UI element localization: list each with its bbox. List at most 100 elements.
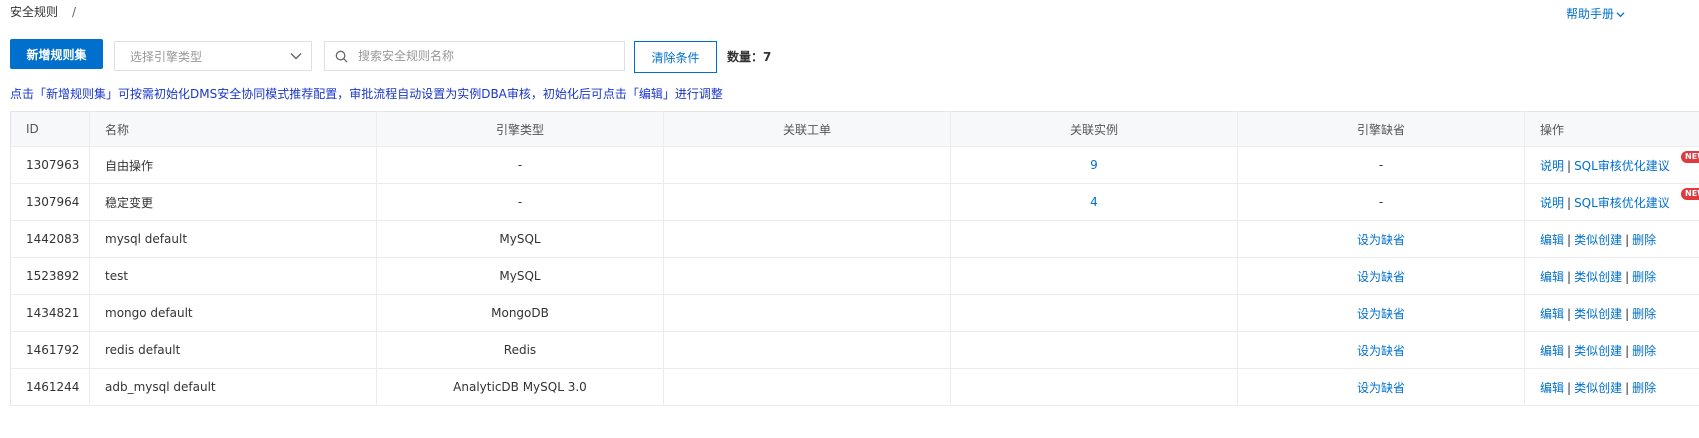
cell-instances xyxy=(950,257,1238,295)
column-header-ticket: 关联工单 xyxy=(663,111,951,147)
table-row: 1307963 自由操作 - 9 - 说明|SQL审核优化建议 NEW xyxy=(10,146,1699,184)
cell-id: 1461244 xyxy=(10,368,90,406)
cell-actions: 编辑 | 类似创建 | 删除 xyxy=(1524,331,1699,369)
column-header-actions: 操作 xyxy=(1524,111,1699,147)
engine-type-placeholder: 选择引擎类型 xyxy=(130,49,203,64)
edit-link[interactable]: 编辑 xyxy=(1540,307,1564,321)
help-manual-label: 帮助手册 xyxy=(1566,7,1615,21)
set-default-link[interactable]: 设为缺省 xyxy=(1357,344,1405,358)
explain-link[interactable]: 说明 xyxy=(1540,196,1564,210)
column-header-id: ID xyxy=(10,111,90,147)
cell-ticket xyxy=(663,257,951,295)
engine-type-select[interactable]: 选择引擎类型 xyxy=(114,41,312,71)
delete-link[interactable]: 删除 xyxy=(1632,233,1656,247)
new-ruleset-button[interactable]: 新增规则集 xyxy=(10,39,103,69)
cell-ticket xyxy=(663,183,951,221)
cell-default: - xyxy=(1237,146,1525,184)
cell-instances xyxy=(950,331,1238,369)
table-row: 1434821 mongo default MongoDB 设为缺省 编辑 | 类似… xyxy=(10,294,1699,332)
cell-actions: 编辑 | 类似创建 | 删除 xyxy=(1524,220,1699,258)
delete-link[interactable]: 删除 xyxy=(1632,381,1656,395)
cell-id: 1442083 xyxy=(10,220,90,258)
search-icon xyxy=(335,50,348,63)
table-row: 1461792 redis default Redis 设为缺省 编辑 | 类似创建… xyxy=(10,331,1699,369)
clone-link[interactable]: 类似创建 xyxy=(1574,233,1622,247)
instances-link[interactable]: 4 xyxy=(1090,195,1098,209)
chevron-down-icon xyxy=(1616,12,1625,18)
cell-engine: MongoDB xyxy=(376,294,664,332)
table-header-row: ID 名称 引擎类型 关联工单 关联实例 引擎缺省 操作 xyxy=(10,111,1699,147)
table-row: 1523892 test MySQL 设为缺省 编辑 | 类似创建 | 删除 xyxy=(10,257,1699,295)
cell-engine: AnalyticDB MySQL 3.0 xyxy=(376,368,664,406)
cell-actions: 说明|SQL审核优化建议 NEW xyxy=(1524,183,1699,221)
cell-name: mysql default xyxy=(89,220,377,258)
instances-link[interactable]: 9 xyxy=(1090,158,1098,172)
cell-engine: Redis xyxy=(376,331,664,369)
tip-text: 点击「新增规则集」可按需初始化DMS安全协同模式推荐配置，审批流程自动设置为实例… xyxy=(10,87,723,101)
cell-id: 1434821 xyxy=(10,294,90,332)
cell-name: redis default xyxy=(89,331,377,369)
clone-link[interactable]: 类似创建 xyxy=(1574,270,1622,284)
help-manual-link[interactable]: 帮助手册 xyxy=(1566,5,1625,22)
clear-conditions-button[interactable]: 清除条件 xyxy=(634,41,717,73)
cell-id: 1523892 xyxy=(10,257,90,295)
set-default-link[interactable]: 设为缺省 xyxy=(1357,233,1405,247)
set-default-link[interactable]: 设为缺省 xyxy=(1357,270,1405,284)
table-row: 1461244 adb_mysql default AnalyticDB MyS… xyxy=(10,368,1699,406)
edit-link[interactable]: 编辑 xyxy=(1540,270,1564,284)
cell-ticket xyxy=(663,294,951,332)
clone-link[interactable]: 类似创建 xyxy=(1574,381,1622,395)
table-row: 1442083 mysql default MySQL 设为缺省 编辑 | 类似创建… xyxy=(10,220,1699,258)
new-badge: NEW xyxy=(1681,151,1699,163)
edit-link[interactable]: 编辑 xyxy=(1540,381,1564,395)
set-default-link[interactable]: 设为缺省 xyxy=(1357,307,1405,321)
cell-instances xyxy=(950,294,1238,332)
search-box[interactable] xyxy=(324,41,625,71)
cell-actions: 编辑 | 类似创建 | 删除 xyxy=(1524,368,1699,406)
cell-name: 自由操作 xyxy=(89,146,377,184)
count-label: 数量：7 xyxy=(727,50,772,64)
table-row: 1307964 稳定变更 - 4 - 说明|SQL审核优化建议 NEW xyxy=(10,183,1699,221)
delete-link[interactable]: 删除 xyxy=(1632,270,1656,284)
edit-link[interactable]: 编辑 xyxy=(1540,233,1564,247)
breadcrumb: 安全规则 / xyxy=(10,3,76,20)
explain-link[interactable]: 说明 xyxy=(1540,159,1564,173)
new-badge: NEW xyxy=(1681,188,1699,200)
cell-name: adb_mysql default xyxy=(89,368,377,406)
cell-default: - xyxy=(1237,183,1525,221)
cell-name: test xyxy=(89,257,377,295)
cell-ticket xyxy=(663,220,951,258)
cell-actions: 编辑 | 类似创建 | 删除 xyxy=(1524,257,1699,295)
cell-instances xyxy=(950,368,1238,406)
breadcrumb-title: 安全规则 xyxy=(10,5,59,19)
cell-ticket xyxy=(663,146,951,184)
column-header-instances: 关联实例 xyxy=(950,111,1238,147)
cell-engine: - xyxy=(376,146,664,184)
rules-table: ID 名称 引擎类型 关联工单 关联实例 引擎缺省 操作 1307963 自由操… xyxy=(10,111,1699,406)
column-header-name: 名称 xyxy=(89,111,377,147)
set-default-link[interactable]: 设为缺省 xyxy=(1357,381,1405,395)
edit-link[interactable]: 编辑 xyxy=(1540,344,1564,358)
clone-link[interactable]: 类似创建 xyxy=(1574,307,1622,321)
cell-name: mongo default xyxy=(89,294,377,332)
cell-id: 1461792 xyxy=(10,331,90,369)
cell-id: 1307964 xyxy=(10,183,90,221)
search-input[interactable] xyxy=(356,48,610,64)
cell-id: 1307963 xyxy=(10,146,90,184)
delete-link[interactable]: 删除 xyxy=(1632,344,1656,358)
cell-actions: 编辑 | 类似创建 | 删除 xyxy=(1524,294,1699,332)
sql-audit-suggestion-link[interactable]: SQL审核优化建议 xyxy=(1574,159,1670,173)
cell-instances xyxy=(950,220,1238,258)
cell-engine: - xyxy=(376,183,664,221)
cell-name: 稳定变更 xyxy=(89,183,377,221)
cell-actions: 说明|SQL审核优化建议 NEW xyxy=(1524,146,1699,184)
breadcrumb-separator: / xyxy=(72,5,77,19)
chevron-down-icon xyxy=(290,53,302,60)
clone-link[interactable]: 类似创建 xyxy=(1574,344,1622,358)
column-header-default: 引擎缺省 xyxy=(1237,111,1525,147)
delete-link[interactable]: 删除 xyxy=(1632,307,1656,321)
cell-ticket xyxy=(663,331,951,369)
sql-audit-suggestion-link[interactable]: SQL审核优化建议 xyxy=(1574,196,1670,210)
cell-engine: MySQL xyxy=(376,220,664,258)
cell-engine: MySQL xyxy=(376,257,664,295)
